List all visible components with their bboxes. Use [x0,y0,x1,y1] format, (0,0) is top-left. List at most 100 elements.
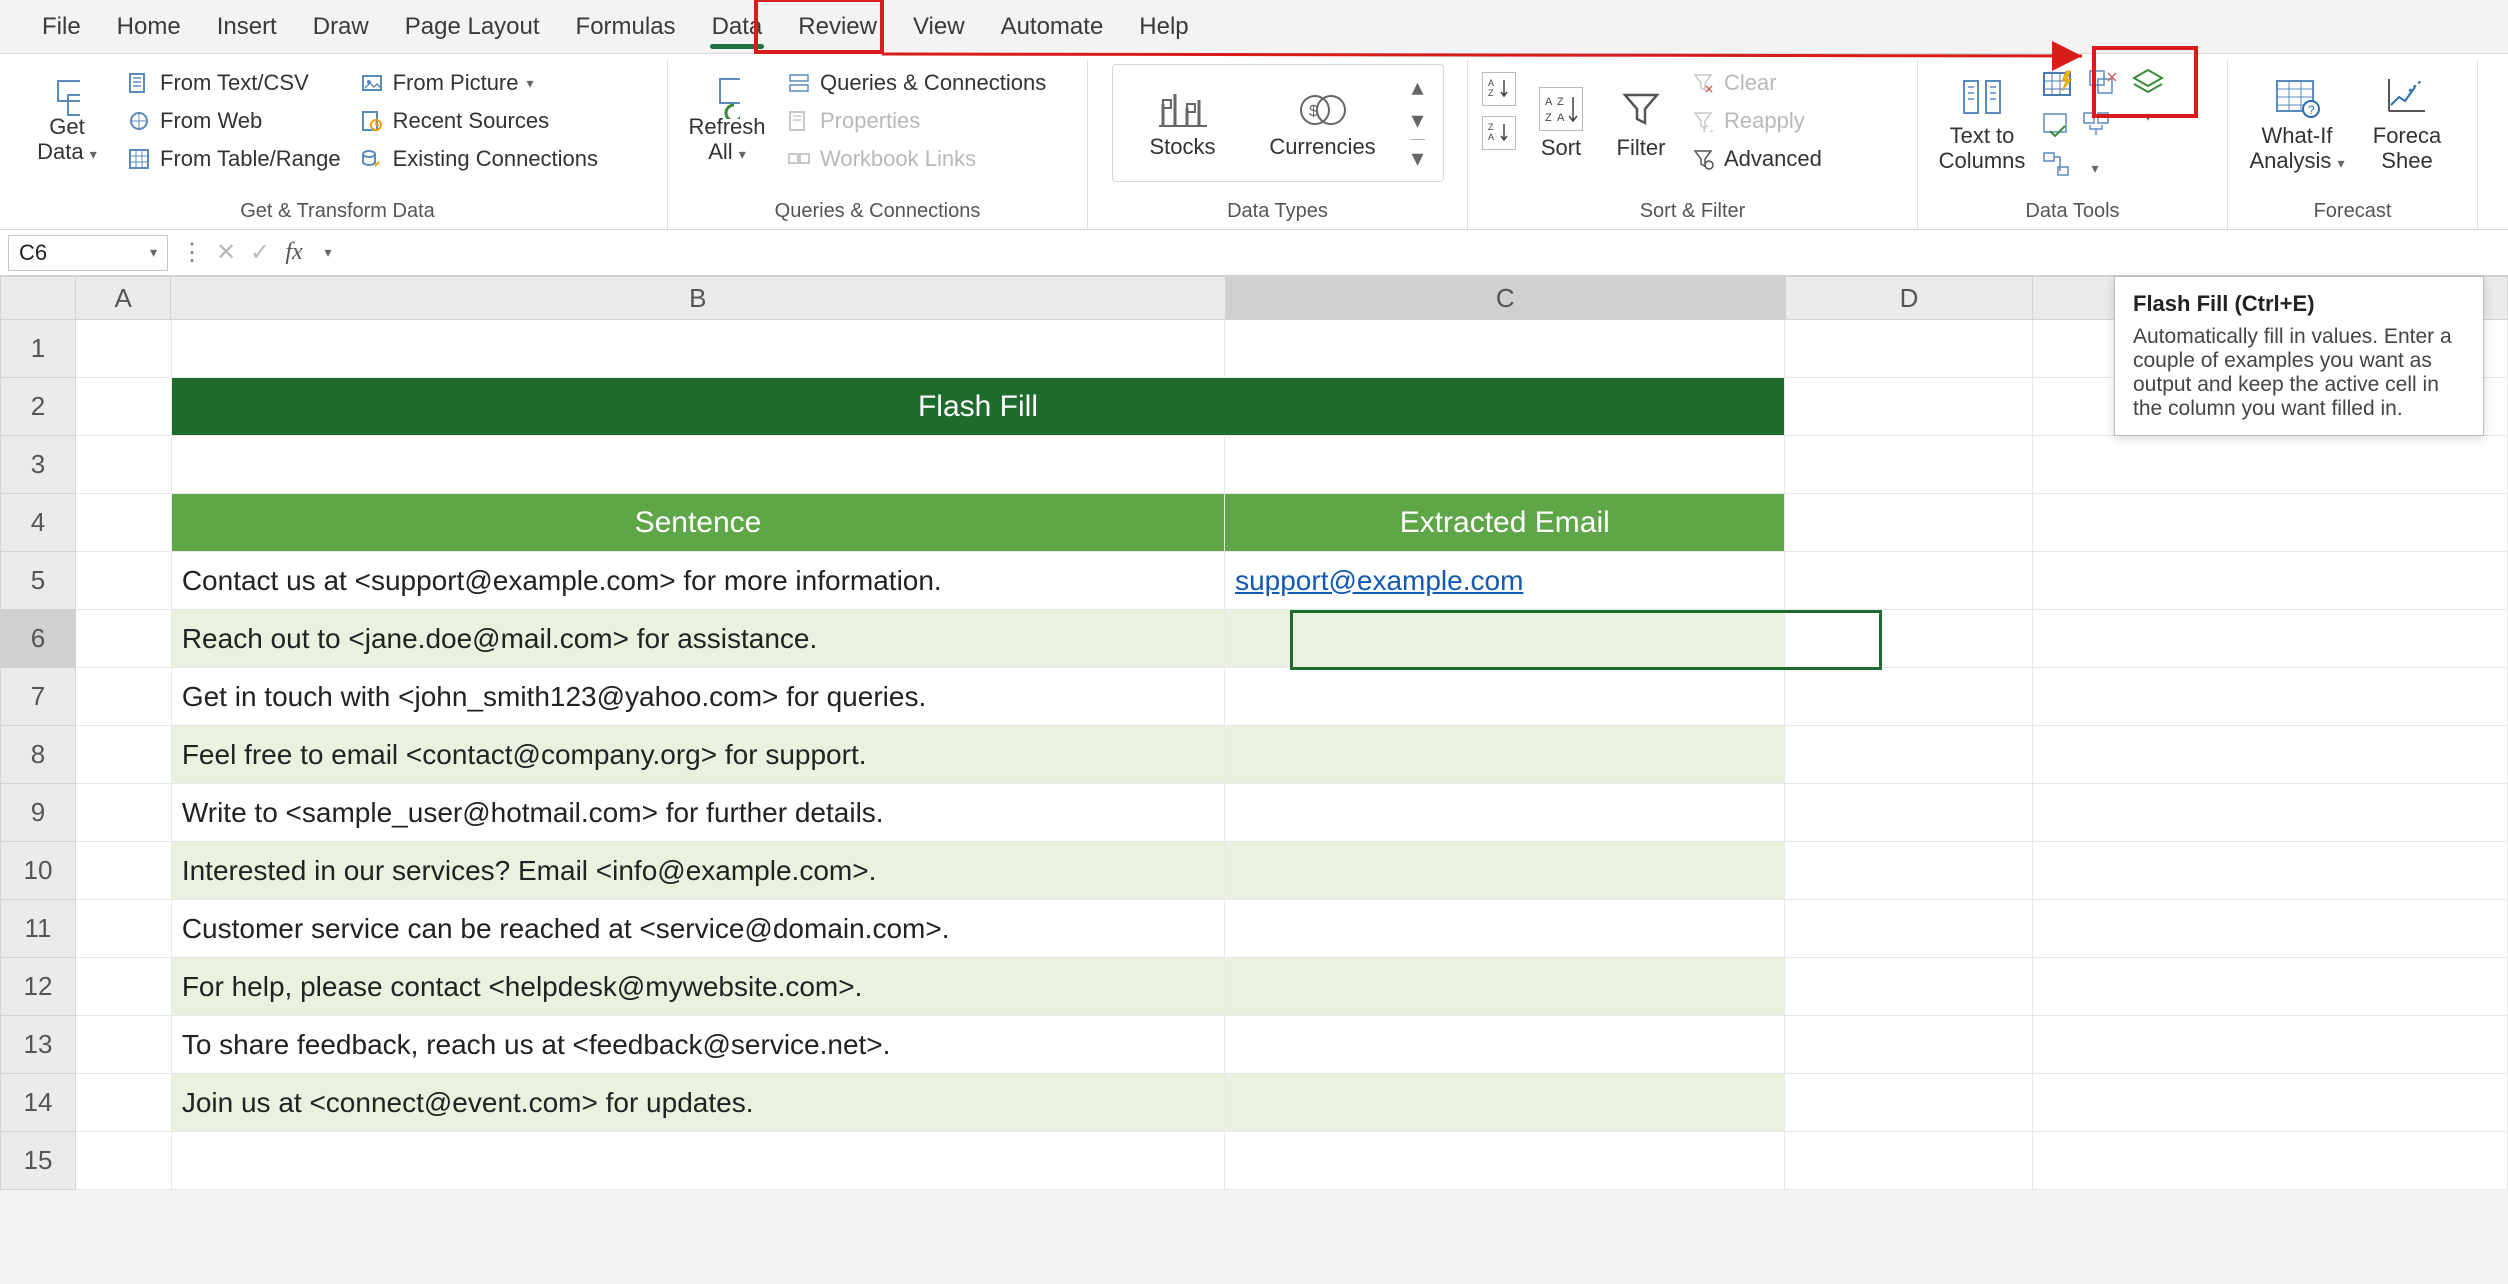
row-header-12[interactable]: 12 [0,958,76,1016]
row-header-4[interactable]: 4 [0,494,76,552]
cell-A13[interactable] [76,1016,172,1074]
cell-D8[interactable] [1785,726,2033,784]
cell-C8[interactable] [1225,726,1785,784]
tab-automate[interactable]: Automate [983,3,1122,53]
refresh-all-button[interactable]: Refresh All ▾ [682,64,772,184]
cell-rest-8[interactable] [2033,726,2508,784]
cell-B1[interactable] [172,320,1225,378]
cell-A1[interactable] [76,320,172,378]
data-validation-button[interactable] [2042,110,2072,140]
cell-rest-4[interactable] [2033,494,2508,552]
tab-review[interactable]: Review [780,3,895,53]
header-extracted-email[interactable]: Extracted Email [1225,494,1785,552]
cell-C10[interactable] [1225,842,1785,900]
cell-rest-12[interactable] [2033,958,2508,1016]
cell-C3[interactable] [1225,436,1785,494]
formula-dropdown-icon[interactable]: ▾ [314,244,342,261]
cell-C1[interactable] [1225,320,1785,378]
cell-D9[interactable] [1785,784,2033,842]
cell-A10[interactable] [76,842,172,900]
cell-B11[interactable]: Customer service can be reached at <serv… [172,900,1225,958]
cell-D3[interactable] [1785,436,2033,494]
from-text-csv-button[interactable]: From Text/CSV [122,68,345,98]
formula-input[interactable] [352,235,2500,271]
cell-D7[interactable] [1785,668,2033,726]
cell-B13[interactable]: To share feedback, reach us at <feedback… [172,1016,1225,1074]
row-header-3[interactable]: 3 [0,436,76,494]
cell-D6[interactable] [1785,610,2033,668]
flash-fill-button[interactable] [2042,68,2078,100]
tab-draw[interactable]: Draw [295,3,387,53]
cell-B10[interactable]: Interested in our services? Email <info@… [172,842,1225,900]
select-all-corner[interactable] [0,276,76,320]
cell-rest-9[interactable] [2033,784,2508,842]
cell-D15[interactable] [1785,1132,2033,1190]
cell-C6[interactable] [1225,610,1785,668]
tab-view[interactable]: View [895,3,983,53]
cell-A6[interactable] [76,610,172,668]
tab-home[interactable]: Home [99,3,199,53]
cell-B7[interactable]: Get in touch with <john_smith123@yahoo.c… [172,668,1225,726]
cell-A2[interactable] [76,378,172,436]
cell-C13[interactable] [1225,1016,1785,1074]
row-header-1[interactable]: 1 [0,320,76,378]
sort-descending-button[interactable]: ZA [1482,116,1516,150]
cancel-formula-button[interactable]: ✕ [212,238,240,267]
cell-rest-5[interactable] [2033,552,2508,610]
cell-B8[interactable]: Feel free to email <contact@company.org>… [172,726,1225,784]
cell-A3[interactable] [76,436,172,494]
advanced-filter-button[interactable]: Advanced [1686,144,1826,174]
row-header-5[interactable]: 5 [0,552,76,610]
cell-A15[interactable] [76,1132,172,1190]
column-header-B[interactable]: B [171,276,1225,320]
consolidate-button[interactable] [2082,110,2112,140]
cell-rest-6[interactable] [2033,610,2508,668]
recent-sources-button[interactable]: Recent Sources [355,106,602,136]
from-web-button[interactable]: From Web [122,106,345,136]
cell-rest-15[interactable] [2033,1132,2508,1190]
tab-data[interactable]: Data [694,3,781,53]
cell-rest-13[interactable] [2033,1016,2508,1074]
cell-D13[interactable] [1785,1016,2033,1074]
cell-C12[interactable] [1225,958,1785,1016]
tab-page-layout[interactable]: Page Layout [387,3,558,53]
cell-D12[interactable] [1785,958,2033,1016]
cell-A14[interactable] [76,1074,172,1132]
row-header-9[interactable]: 9 [0,784,76,842]
cell-A8[interactable] [76,726,172,784]
cell-C11[interactable] [1225,900,1785,958]
cell-A12[interactable] [76,958,172,1016]
cell-D11[interactable] [1785,900,2033,958]
cell-B9[interactable]: Write to <sample_user@hotmail.com> for f… [172,784,1225,842]
row-header-14[interactable]: 14 [0,1074,76,1132]
cell-D1[interactable] [1785,320,2033,378]
row-header-15[interactable]: 15 [0,1132,76,1190]
column-header-C[interactable]: C [1226,276,1786,320]
sort-ascending-button[interactable]: AZ [1482,72,1516,106]
cell-D2[interactable] [1785,378,2033,436]
cell-rest-7[interactable] [2033,668,2508,726]
row-header-8[interactable]: 8 [0,726,76,784]
cell-C5[interactable]: support@example.com [1225,552,1785,610]
column-header-D[interactable]: D [1786,276,2033,320]
data-types-more[interactable]: ▴▾▾ [1403,73,1433,173]
manage-data-model-button[interactable]: ▾ [2082,150,2108,180]
tab-help[interactable]: Help [1121,3,1206,53]
existing-connections-button[interactable]: Existing Connections [355,144,602,174]
queries-connections-button[interactable]: Queries & Connections [782,68,1050,98]
what-if-analysis-button[interactable]: ? What-If Analysis ▾ [2242,64,2352,184]
tab-insert[interactable]: Insert [199,3,295,53]
row-header-6[interactable]: 6 [0,610,76,668]
column-header-A[interactable]: A [76,276,171,320]
tab-file[interactable]: File [24,3,99,53]
cell-A9[interactable] [76,784,172,842]
cell-B14[interactable]: Join us at <connect@event.com> for updat… [172,1074,1225,1132]
relationships-button[interactable] [2042,150,2072,180]
data-types-gallery[interactable]: Stocks $ Currencies ▴▾▾ [1112,64,1444,182]
cell-rest-10[interactable] [2033,842,2508,900]
data-type-currencies[interactable]: $ Currencies [1263,86,1383,160]
get-data-button[interactable]: Get Data ▾ [22,64,112,184]
cell-rest-14[interactable] [2033,1074,2508,1132]
enter-formula-button[interactable]: ✓ [246,238,274,267]
data-model-button[interactable] [2128,68,2168,98]
